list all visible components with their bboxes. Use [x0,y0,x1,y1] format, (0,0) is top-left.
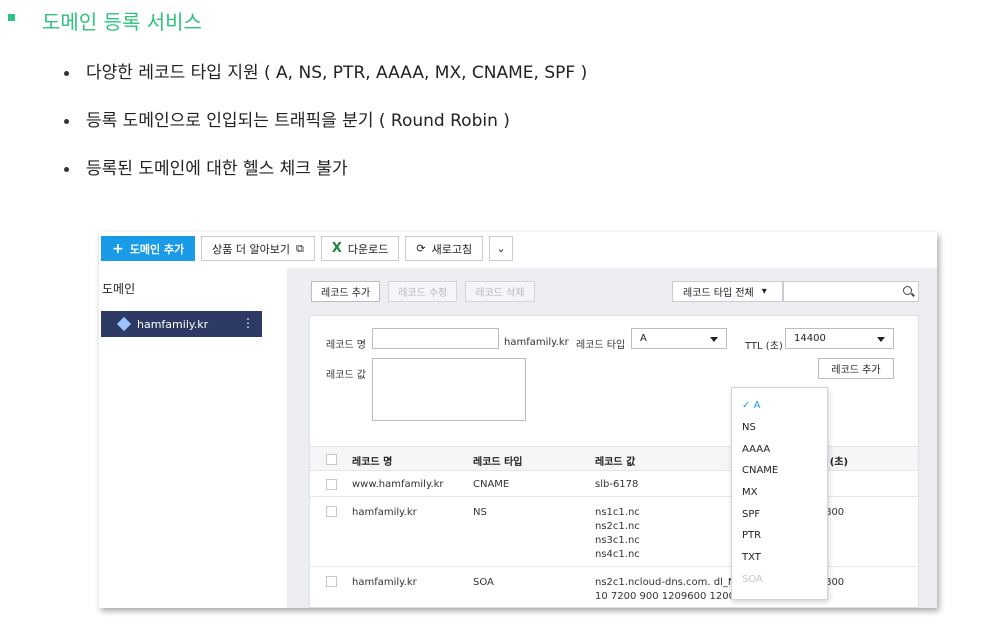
caret-down-icon [877,337,885,342]
bullet-dot-icon [64,119,69,124]
record-type-value: A [640,333,647,344]
record-type-filter[interactable]: 레코드 타입 전체 ▾ [672,281,783,302]
record-value-textarea[interactable] [372,358,526,421]
row-checkbox[interactable] [326,506,337,517]
download-label: 다운로드 [347,242,389,256]
add-record-button[interactable]: 레코드 추가 [311,281,381,302]
domain-name: hamfamily.kr [137,317,209,331]
column-header: 레코드 타입 [473,457,523,468]
type-filter-label: 레코드 타입 전체 [683,288,754,299]
feature-list: 다양한 레코드 타입 지원 ( A, NS, PTR, AAAA, MX, CN… [62,60,587,204]
feature-item: 등록 도메인으로 인입되는 트래픽을 분기 ( Round Robin ) [62,108,587,156]
dropdown-option-soa[interactable]: SOA [742,574,763,585]
ttl-value: 14400 [794,333,826,344]
dropdown-option-spf[interactable]: SPF [742,509,760,520]
bullet-dot-icon [64,167,69,172]
dropdown-option-ptr[interactable]: PTR [742,530,761,541]
feature-text: 다양한 레코드 타입 지원 ( A, NS, PTR, AAAA, MX, CN… [86,63,588,83]
add-domain-label: 도메인 추가 [129,242,185,256]
refresh-icon: ⟳ [416,242,426,255]
record-type-cell: CNAME [473,479,510,490]
caret-down-icon [710,337,718,342]
dropdown-option-txt[interactable]: TXT [742,552,761,563]
option-label: A [753,400,761,411]
ttl-label: TTL (초) [745,341,783,352]
record-value-line: ns3c1.nc [595,535,640,546]
form-add-record-button[interactable]: 레코드 추가 [818,358,894,379]
domain-cube-icon [116,316,132,332]
row-checkbox[interactable] [326,576,337,587]
kebab-menu-icon[interactable]: ⋮ [242,316,254,330]
bullet-dot-icon [64,71,69,76]
feature-text: 등록된 도메인에 대한 헬스 체크 불가 [86,159,348,179]
domain-pane: 도메인 hamfamily.kr ⋮ [99,268,286,608]
domain-pane-header: 도메인 [102,282,136,296]
slide-title: 도메인 등록 서비스 [42,10,202,34]
record-pane: 레코드 추가 레코드 수정 레코드 삭제 레코드 타입 전체 ▾ 레코드 명 h… [287,268,937,608]
refresh-button[interactable]: ⟳ 새로고침 [405,236,484,261]
feature-item: 등록된 도메인에 대한 헬스 체크 불가 [62,156,587,204]
record-name-label: 레코드 명 [326,340,366,351]
record-value-line: ns4c1.nc [595,549,640,560]
ttl-select[interactable]: 14400 [785,328,894,349]
main-toolbar: + 도메인 추가 상품 더 알아보기 ⧉ X 다운로드 ⟳ 새로고침 ⌄ [101,236,514,262]
download-button[interactable]: X 다운로드 [320,236,400,261]
record-value-cell: ns1c1.nc ns2c1.nc ns3c1.nc ns4c1.nc [595,506,640,562]
column-header: 레코드 명 [352,457,393,468]
record-type-cell: SOA [473,577,494,588]
select-all-checkbox[interactable] [326,454,337,465]
add-domain-button[interactable]: + 도메인 추가 [101,236,196,261]
learn-more-label: 상품 더 알아보기 [212,242,291,256]
slide-bullet-icon [8,14,15,21]
record-name-cell: hamfamily.kr [352,577,417,588]
record-value-label: 레코드 값 [326,370,366,381]
row-checkbox[interactable] [326,479,337,490]
dropdown-option-cname[interactable]: CNAME [742,465,778,476]
record-value-line: ns1c1.nc [595,507,640,518]
refresh-label: 새로고침 [431,242,473,256]
domain-suffix: hamfamily.kr [504,337,569,348]
dropdown-option-aaaa[interactable]: AAAA [742,444,770,455]
record-type-label: 레코드 타입 [576,340,626,351]
record-name-cell: www.hamfamily.kr [352,479,444,490]
learn-more-button[interactable]: 상품 더 알아보기 ⧉ [201,236,315,261]
record-toolbar: 레코드 추가 레코드 수정 레코드 삭제 [311,281,535,302]
check-icon: ✓ [742,400,751,411]
dropdown-option-ns[interactable]: NS [742,422,756,433]
record-type-dropdown-menu: ✓ A NS AAAA CNAME MX SPF PTR TXT SOA [731,387,828,600]
feature-text: 등록 도메인으로 인입되는 트래픽을 분기 ( Round Robin ) [86,111,510,131]
search-icon[interactable] [903,286,912,295]
record-name-cell: hamfamily.kr [352,507,417,518]
column-header: 레코드 값 [595,457,636,468]
delete-record-button[interactable]: 레코드 삭제 [465,281,535,302]
record-type-cell: NS [473,507,487,518]
dropdown-option-a[interactable]: ✓ A [742,400,760,411]
record-search-input[interactable] [783,281,919,302]
more-dropdown-button[interactable]: ⌄ [489,236,514,261]
external-link-icon: ⧉ [296,241,304,255]
dns-console-screenshot: + 도메인 추가 상품 더 알아보기 ⧉ X 다운로드 ⟳ 새로고침 ⌄ 도메인… [99,232,937,608]
plus-icon: + [112,240,124,257]
domain-list-item[interactable]: hamfamily.kr ⋮ [101,311,262,337]
chevron-down-icon: ⌄ [496,242,506,255]
caret-down-icon: ▾ [761,286,767,297]
record-value-line: ns2c1.nc [595,521,640,532]
excel-icon: X [331,241,342,256]
record-name-input[interactable] [372,328,499,349]
edit-record-button[interactable]: 레코드 수정 [388,281,458,302]
dropdown-option-mx[interactable]: MX [742,487,757,498]
record-value-cell: slb-6178 [595,479,639,490]
record-type-select[interactable]: A [631,328,727,349]
feature-item: 다양한 레코드 타입 지원 ( A, NS, PTR, AAAA, MX, CN… [62,60,587,108]
